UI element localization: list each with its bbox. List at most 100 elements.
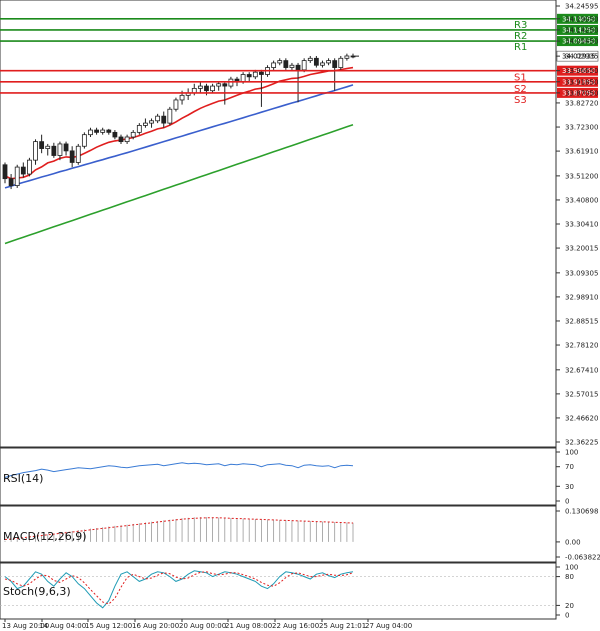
- price-tick-label: 34.19050: [565, 15, 598, 23]
- candle-down: [350, 55, 356, 58]
- stoch-label: Stoch(9,6,3): [3, 585, 71, 598]
- candle-down: [2, 164, 8, 180]
- candle-down: [63, 143, 69, 152]
- macd-tick-label: -0.063822: [565, 554, 600, 562]
- candle-up: [197, 85, 203, 89]
- candle-down: [51, 145, 57, 156]
- candle-down: [246, 74, 252, 78]
- level-name-s3: S3: [514, 95, 527, 106]
- price-tick-label: 33.40800: [565, 196, 598, 204]
- candle-up: [301, 60, 307, 71]
- candle-up: [277, 60, 283, 64]
- candle-up: [57, 143, 63, 156]
- rsi-panel: 100 70 30 0 RSI(14): [0, 447, 578, 506]
- candle-down: [20, 166, 26, 175]
- candle-up: [167, 108, 173, 124]
- rsi-label: RSI(14): [3, 472, 43, 485]
- candle-up: [179, 94, 185, 101]
- macd-axis: 0.130698 0.00 -0.063822: [556, 508, 600, 562]
- candle-down: [332, 60, 338, 68]
- price-tick-label: 33.82720: [565, 99, 598, 107]
- stoch-axis: 10080 20 0: [556, 564, 578, 620]
- candle-down: [204, 85, 209, 92]
- candle-up: [81, 134, 87, 147]
- stoch-panel-frame: [0, 562, 557, 620]
- candle-down: [118, 136, 124, 143]
- candle-down: [112, 131, 118, 138]
- candle-down: [94, 129, 99, 133]
- forex-chart: 34.02935R334.19050R234.14250R134.09450S1…: [0, 0, 600, 630]
- level-name-r1: R1: [514, 42, 527, 53]
- price-tick-label: 34.14250: [565, 26, 598, 34]
- rsi-tick-label: 70: [565, 463, 574, 471]
- stoch-tick-label: 0: [565, 612, 569, 620]
- price-tick-label: 33.72300: [565, 124, 598, 132]
- macd-tick-label: 0.00: [565, 538, 581, 546]
- candle-up: [216, 83, 222, 87]
- time-tick-label: 21 Aug 08:00: [225, 622, 272, 630]
- stoch-panel: 10080 20 0 Stoch(9,6,3): [0, 562, 578, 620]
- macd-tick-label: 0.130698: [565, 508, 598, 516]
- time-axis: 13 Aug 20:0014 Aug 04:0015 Aug 12:00 16 A…: [2, 619, 412, 630]
- candle-up: [210, 85, 215, 92]
- price-tick-label: 33.96650: [565, 67, 598, 75]
- macd-label: MACD(12,26,9): [3, 530, 87, 543]
- stoch-tick-label: 100: [565, 564, 578, 572]
- candle-up: [326, 60, 331, 64]
- price-tick-label: 32.67410: [565, 366, 598, 374]
- price-tick-label: 32.88515: [565, 317, 598, 325]
- candle-up: [14, 166, 20, 187]
- candle-up: [130, 131, 136, 138]
- candle-down: [222, 83, 228, 87]
- candle-up: [45, 145, 51, 149]
- time-tick-label: 14 Aug 04:00: [39, 622, 86, 630]
- candle-down: [313, 57, 319, 66]
- candle-up: [289, 64, 295, 68]
- candle-up: [320, 62, 325, 66]
- time-tick-label: 15 Aug 12:00: [85, 622, 132, 630]
- candle-up: [307, 57, 313, 62]
- candle-up: [100, 129, 106, 133]
- candle-up: [338, 57, 344, 68]
- price-tick-label: 33.61910: [565, 148, 598, 156]
- price-tick-label: 33.09305: [565, 269, 598, 277]
- price-tick-label: 33.20015: [565, 245, 598, 253]
- price-tick-label: 33.91850: [565, 78, 598, 86]
- candle-up: [143, 122, 148, 126]
- candle-up: [124, 136, 130, 143]
- candle-up: [344, 55, 350, 59]
- rsi-panel-frame: [0, 447, 557, 506]
- candle-down: [161, 115, 167, 124]
- candle-up: [240, 74, 246, 82]
- candle-down: [8, 178, 14, 187]
- candle-up: [75, 145, 81, 163]
- candle-down: [283, 60, 289, 68]
- candle-down: [295, 64, 301, 71]
- price-tick-label: 34.24595: [565, 3, 598, 11]
- candle-up: [27, 159, 32, 175]
- candle-up: [136, 125, 142, 133]
- time-tick-label: 27 Aug 04:00: [365, 622, 412, 630]
- candle-down: [259, 71, 264, 75]
- candle-up: [33, 141, 38, 161]
- candle-down: [69, 150, 75, 163]
- price-tick-label: 32.78120: [565, 342, 598, 350]
- price-tick-label: 32.36225: [565, 439, 598, 447]
- candle-up: [155, 115, 161, 122]
- stoch-tick-label: 80: [565, 573, 574, 581]
- price-tick-label: 32.98910: [565, 293, 598, 301]
- price-tick-label: 34.09450: [565, 38, 598, 46]
- rsi-tick-label: 30: [565, 483, 574, 491]
- candle-down: [106, 129, 112, 133]
- candle-up: [88, 129, 93, 136]
- rsi-tick-label: 0: [565, 498, 569, 506]
- main-panel-frame: [0, 0, 557, 448]
- macd-panel: 0.130698 0.00 -0.063822 MACD(12,26,9): [0, 505, 600, 563]
- candle-up: [252, 71, 258, 78]
- rsi-tick-label: 100: [565, 449, 578, 457]
- candle-down: [39, 141, 45, 149]
- stoch-tick-label: 20: [565, 602, 574, 610]
- main-price-panel: 34.02935R334.19050R234.14250R134.09450S1…: [0, 0, 598, 448]
- price-tick-label: 34.02935: [565, 53, 598, 61]
- time-tick-label: 22 Aug 16:00: [272, 622, 319, 630]
